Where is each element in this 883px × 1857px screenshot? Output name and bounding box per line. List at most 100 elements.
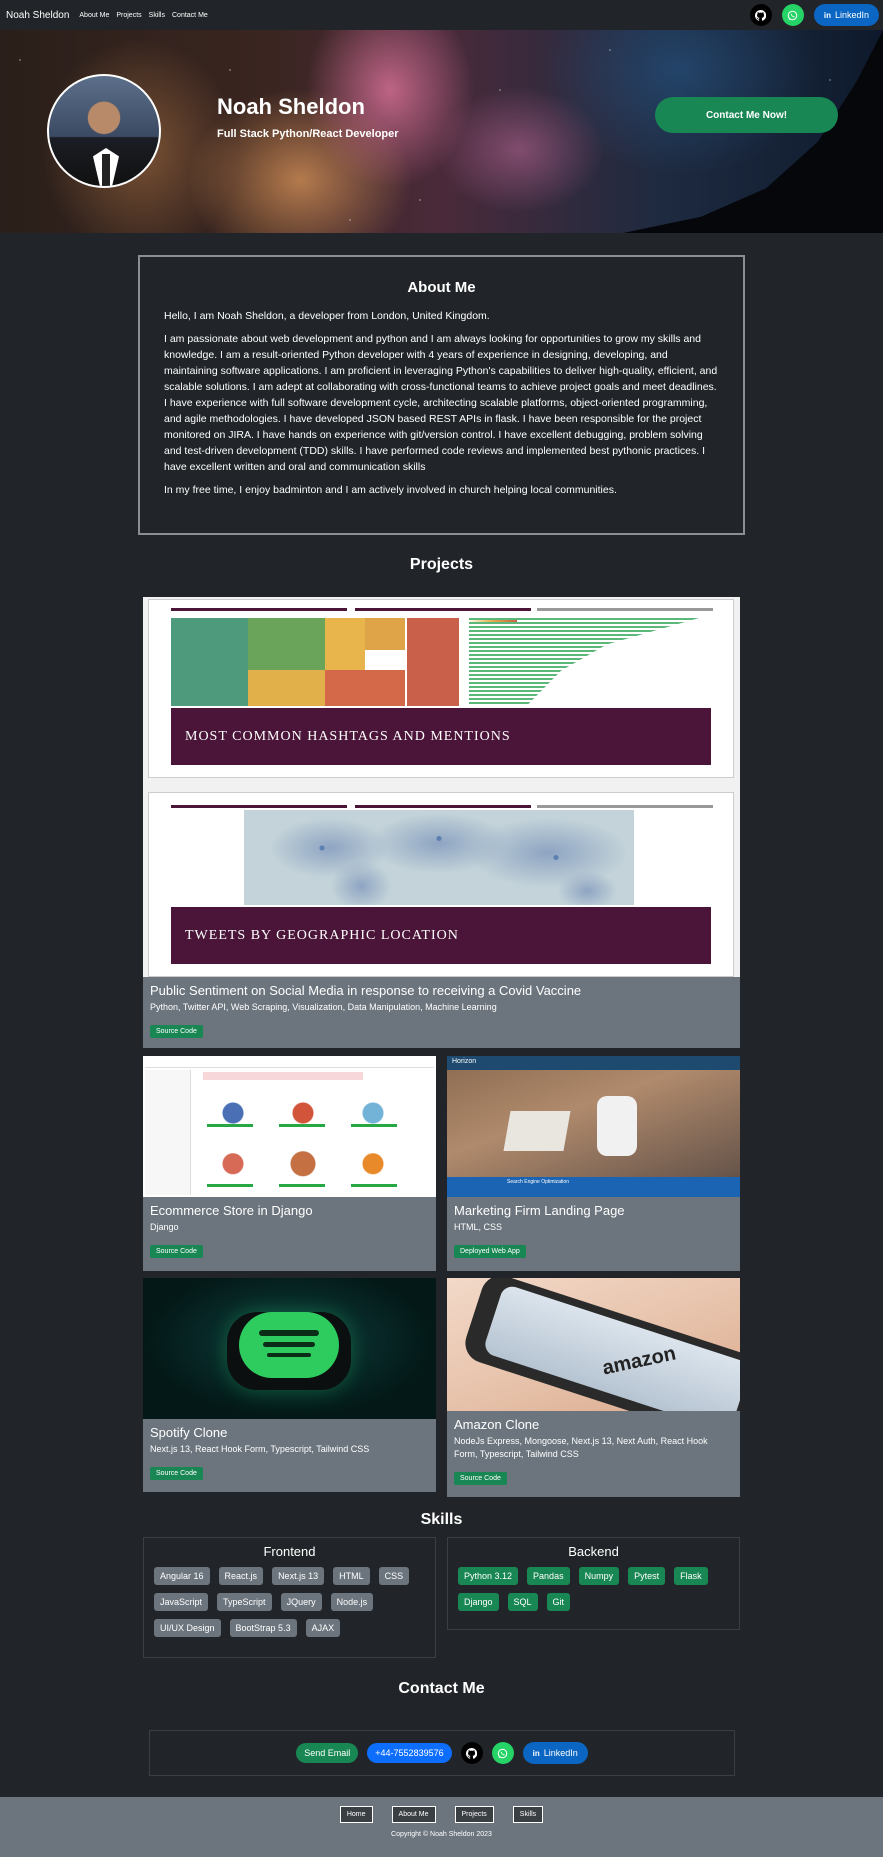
marketing-section-title: Search Engine Optimization [507, 1179, 569, 1185]
footer-link-projects[interactable]: Projects [454, 1806, 494, 1823]
contact-whatsapp-button[interactable] [491, 1742, 514, 1764]
skill-chip: TypeScript [217, 1593, 272, 1611]
linkedin-label: LinkedIn [543, 1748, 578, 1758]
project-title: Amazon Clone [454, 1417, 540, 1432]
contact-title: Contact Me [398, 1680, 485, 1697]
project-title: Public Sentiment on Social Media in resp… [150, 983, 582, 998]
skill-chip: BootStrap 5.3 [229, 1619, 297, 1637]
hero-role: Full Stack Python/React Developer [217, 128, 399, 140]
frontend-title: Frontend [263, 1544, 316, 1559]
project-card-ecommerce: Ecommerce Store in Django Django Source … [143, 1056, 436, 1271]
project-tags: Next.js 13, React Hook Form, Typescript,… [150, 1444, 370, 1454]
nav-links: About Me Projects Skills Contact Me [79, 12, 207, 19]
about-title: About Me [407, 279, 476, 296]
project-title: Marketing Firm Landing Page [454, 1203, 625, 1218]
nav-link-projects[interactable]: Projects [116, 12, 141, 19]
source-code-button[interactable]: Source Code [150, 1245, 203, 1258]
linkedin-label: LinkedIn [834, 10, 869, 20]
skill-chip: Django [458, 1593, 499, 1611]
skill-chip: JavaScript [154, 1593, 209, 1611]
about-intro: Hello, I am Noah Sheldon, a developer fr… [164, 310, 490, 322]
project-card-covid: MOST COMMON HASHTAGS AND MENTIONS TWEETS… [143, 597, 740, 1048]
ecommerce-screenshot [143, 1056, 436, 1197]
amazon-image: amazon [447, 1278, 740, 1411]
hashtags-banner: MOST COMMON HASHTAGS AND MENTIONS [171, 708, 711, 765]
footer-links: Home About Me Projects Skills [0, 1806, 883, 1823]
contact-github-button[interactable] [460, 1742, 483, 1764]
skills-title: Skills [420, 1511, 463, 1528]
project-card-spotify: Spotify Clone Next.js 13, React Hook For… [143, 1278, 436, 1492]
skill-chip: HTML [333, 1567, 370, 1585]
project-tags: Python, Twitter API, Web Scraping, Visua… [150, 1002, 497, 1012]
project-tags: Django [150, 1222, 179, 1232]
skill-chip: React.js [218, 1567, 264, 1585]
backend-skills: Backend Python 3.12 Pandas Numpy Pytest … [447, 1537, 740, 1630]
linkedin-icon: in [532, 1748, 540, 1758]
backend-chips: Python 3.12 Pandas Numpy Pytest Flask Dj… [458, 1567, 729, 1611]
contact-me-now-button[interactable]: Contact Me Now! [655, 97, 838, 133]
nav-link-contact[interactable]: Contact Me [172, 12, 208, 19]
projects-title: Projects [409, 556, 474, 573]
skill-chip: Numpy [578, 1567, 620, 1585]
about-body: I am passionate about web development an… [164, 333, 718, 473]
skill-chip: SQL [507, 1593, 538, 1611]
project-tags: NodeJs Express, Mongoose, Next.js 13, Ne… [454, 1436, 708, 1459]
about-section: About Me Hello, I am Noah Sheldon, a dev… [138, 255, 745, 535]
hero-banner: Noah Sheldon Full Stack Python/React Dev… [0, 30, 883, 233]
whatsapp-icon [497, 1748, 508, 1758]
github-icon [755, 9, 767, 21]
project-tags: HTML, CSS [454, 1222, 503, 1232]
skill-chip: AJAX [305, 1619, 341, 1637]
github-icon [466, 1747, 478, 1759]
footer-link-about[interactable]: About Me [391, 1806, 436, 1823]
project-title: Ecommerce Store in Django [150, 1203, 313, 1218]
skill-chip: CSS [378, 1567, 410, 1585]
linkedin-button[interactable]: in LinkedIn [813, 4, 879, 26]
marketing-brand: Horizon [452, 1058, 477, 1065]
project-title: Spotify Clone [150, 1425, 228, 1440]
contact-linkedin-button[interactable]: in LinkedIn [522, 1742, 588, 1764]
github-button[interactable] [749, 4, 772, 26]
source-code-button[interactable]: Source Code [150, 1467, 203, 1480]
source-code-button[interactable]: Source Code [150, 1025, 203, 1038]
skill-chip: Flask [674, 1567, 708, 1585]
deployed-web-app-button[interactable]: Deployed Web App [454, 1245, 526, 1258]
backend-title: Backend [568, 1544, 619, 1559]
skill-chip: Node.js [330, 1593, 374, 1611]
hashtags-dashboard-image: MOST COMMON HASHTAGS AND MENTIONS [148, 599, 734, 778]
skill-chip: JQuery [280, 1593, 322, 1611]
frontend-skills: Frontend Angular 16 React.js Next.js 13 … [143, 1537, 436, 1658]
skill-chip: Python 3.12 [458, 1567, 519, 1585]
brand-link[interactable]: Noah Sheldon [6, 10, 69, 21]
skill-chip: Angular 16 [154, 1567, 210, 1585]
navbar: Noah Sheldon About Me Projects Skills Co… [0, 0, 883, 30]
project-card-amazon: amazon Amazon Clone NodeJs Express, Mong… [447, 1278, 740, 1497]
spotify-image [143, 1278, 436, 1419]
skill-chip: Next.js 13 [272, 1567, 325, 1585]
geographic-map-image: TWEETS BY GEOGRAPHIC LOCATION [148, 792, 734, 977]
geographic-banner: TWEETS BY GEOGRAPHIC LOCATION [171, 907, 711, 964]
whatsapp-button[interactable] [781, 4, 804, 26]
nav-link-skills[interactable]: Skills [149, 12, 165, 19]
footer-link-skills[interactable]: Skills [512, 1806, 544, 1823]
send-email-button[interactable]: Send Email [296, 1743, 359, 1763]
nav-social: in LinkedIn [749, 4, 879, 26]
contact-box: Send Email +44-7552839576 in LinkedIn [149, 1730, 735, 1776]
skill-chip: Pytest [628, 1567, 666, 1585]
nav-link-about[interactable]: About Me [79, 12, 109, 19]
skill-chip: UI/UX Design [154, 1619, 221, 1637]
about-hobbies: In my free time, I enjoy badminton and I… [164, 484, 617, 496]
phone-button[interactable]: +44-7552839576 [367, 1743, 452, 1763]
project-card-marketing: Horizon Search Engine Optimization Marke… [447, 1056, 740, 1271]
footer-link-home[interactable]: Home [339, 1806, 373, 1823]
profile-photo [47, 74, 161, 188]
skill-chip: Pandas [527, 1567, 570, 1585]
covid-visualizations: MOST COMMON HASHTAGS AND MENTIONS TWEETS… [143, 597, 740, 977]
frontend-chips: Angular 16 React.js Next.js 13 HTML CSS … [154, 1567, 425, 1637]
skill-chip: Git [546, 1593, 571, 1611]
marketing-screenshot: Horizon Search Engine Optimization [447, 1056, 740, 1197]
source-code-button[interactable]: Source Code [454, 1472, 507, 1485]
hero-name: Noah Sheldon [217, 94, 365, 119]
copyright: Copyright © Noah Sheldon 2023 [391, 1831, 492, 1838]
whatsapp-icon [788, 10, 798, 20]
